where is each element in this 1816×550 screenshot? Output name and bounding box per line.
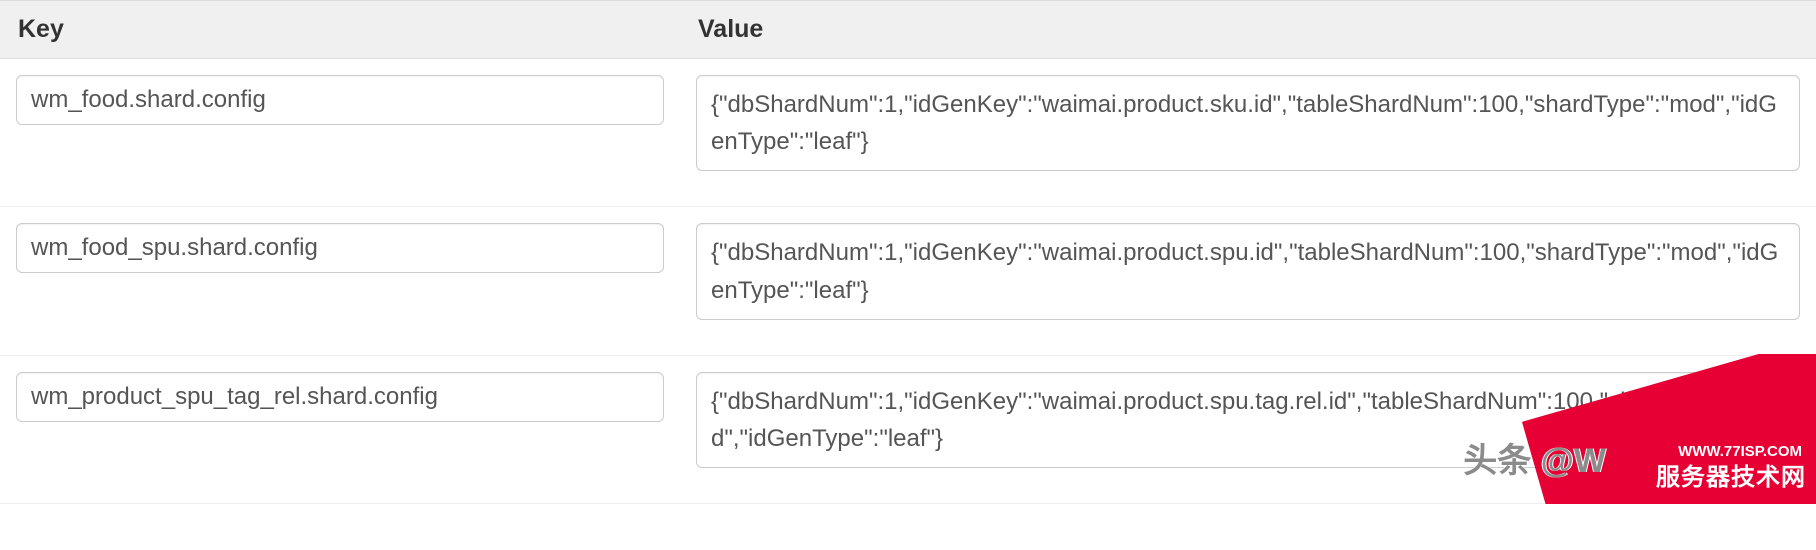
value-textarea[interactable] xyxy=(696,372,1800,468)
config-table: Key Value xyxy=(0,0,1816,504)
header-value: Value xyxy=(680,1,1816,59)
table-row xyxy=(0,355,1816,503)
table-row xyxy=(0,207,1816,355)
header-key: Key xyxy=(0,1,680,59)
key-input[interactable] xyxy=(16,223,664,273)
key-input[interactable] xyxy=(16,372,664,422)
key-input[interactable] xyxy=(16,75,664,125)
table-header-row: Key Value xyxy=(0,1,1816,59)
value-textarea[interactable] xyxy=(696,223,1800,319)
table-row xyxy=(0,59,1816,207)
value-textarea[interactable] xyxy=(696,75,1800,171)
